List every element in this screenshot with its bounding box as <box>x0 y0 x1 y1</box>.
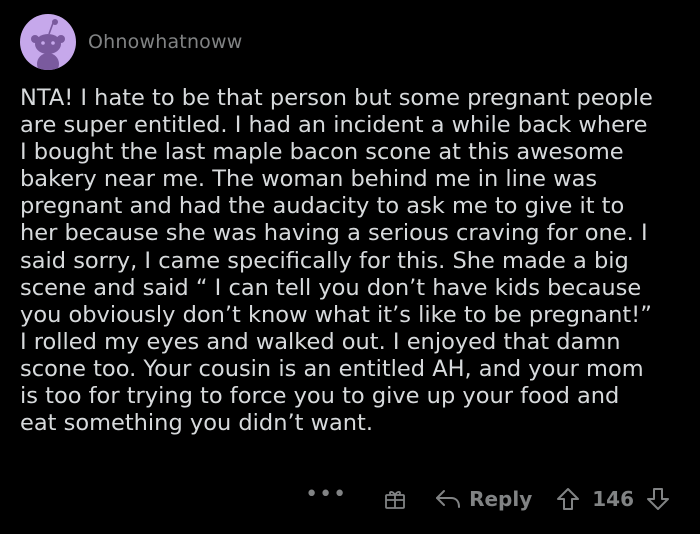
comment: Ohnowhatnoww NTA! I hate to be that pers… <box>0 0 700 534</box>
avatar[interactable] <box>20 14 76 70</box>
reply-label: Reply <box>469 487 533 511</box>
comment-body: NTA! I hate to be that person but some p… <box>20 85 653 437</box>
snoo-avatar-icon <box>31 19 65 70</box>
vote-score: 146 <box>592 487 634 511</box>
reply-button[interactable]: Reply <box>435 487 532 511</box>
comment-header: Ohnowhatnoww <box>20 13 242 71</box>
reply-arrow-icon <box>435 488 461 510</box>
comment-actions: ••• Reply 146 <box>305 482 670 516</box>
award-gift-icon[interactable] <box>383 487 407 511</box>
upvote-arrow-icon[interactable] <box>556 487 580 511</box>
username[interactable]: Ohnowhatnoww <box>88 31 242 53</box>
vote-controls: 146 <box>556 487 670 511</box>
more-options-button[interactable]: ••• <box>305 484 347 506</box>
downvote-arrow-icon[interactable] <box>646 487 670 511</box>
